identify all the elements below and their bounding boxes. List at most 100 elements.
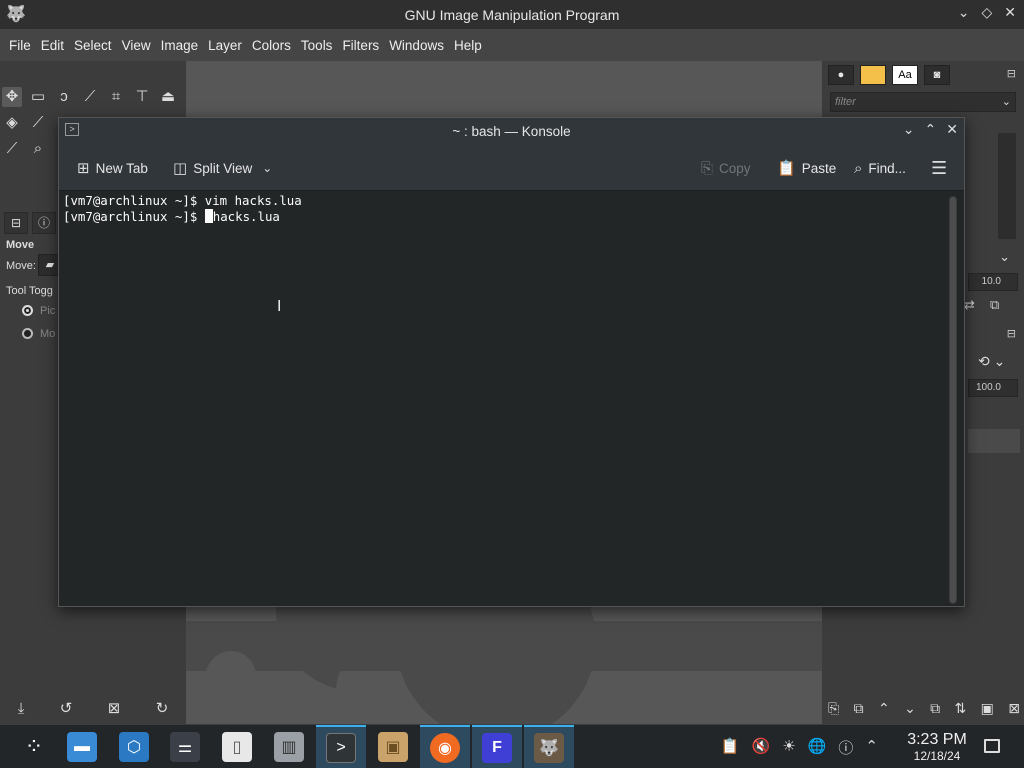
chevron-down-icon[interactable]: ⌄ — [999, 249, 1010, 265]
bucket-fill-tool-icon[interactable]: ◈ — [2, 113, 22, 133]
konsole-titlebar[interactable]: > ~ : bash — Konsole ⌄ ⌃ ✕ — [59, 118, 964, 145]
menu-windows[interactable]: Windows — [384, 38, 449, 53]
taskbar-discover[interactable]: ⬡ — [109, 725, 159, 768]
brush-filter-input[interactable]: filter ⌄ — [830, 92, 1016, 112]
lower-layer-icon[interactable]: ⌄ — [904, 700, 916, 717]
lasso-tool-icon[interactable]: ↄ — [54, 87, 74, 107]
opacity-spinbox[interactable]: 100.0 — [968, 379, 1018, 397]
dock-menu-icon[interactable]: ⊟ — [1007, 67, 1016, 80]
terminal-scrollbar[interactable] — [949, 196, 957, 604]
taskbar-gimp[interactable]: 🐺 — [524, 725, 574, 768]
hamburger-menu-button[interactable]: ☰ — [931, 157, 947, 179]
mode-reset-icon[interactable]: ⟲ ⌄ — [978, 353, 1005, 370]
taskbar-freetube[interactable]: F — [472, 725, 522, 768]
menu-colors[interactable]: Colors — [247, 38, 296, 53]
clipboard-icon[interactable]: 📋 — [721, 737, 740, 758]
network-icon[interactable]: 🌐 — [808, 737, 827, 758]
updates-icon[interactable]: ⓘ — [838, 737, 853, 758]
move-active-radio[interactable] — [22, 328, 33, 339]
reset-icon[interactable]: ⇄ — [964, 297, 975, 313]
tray-expand-icon[interactable]: ⌃ — [865, 737, 878, 758]
clock-date: 12/18/24 — [913, 749, 961, 763]
layers-bottom-bar: ⎘ ⧉ ⌃ ⌄ ⧉ ⇅ ▣ ⊠ — [828, 697, 1020, 719]
minimize-icon[interactable]: ⌄ — [903, 121, 915, 138]
delete-layer-icon[interactable]: ⊠ — [1008, 700, 1020, 717]
maximize-icon[interactable]: ⌃ — [925, 121, 937, 138]
reset-defaults-icon[interactable]: ↻ — [156, 699, 169, 717]
document-history-tab-icon[interactable]: ◙ — [924, 65, 950, 85]
find-button[interactable]: ⌕ Find... — [854, 157, 906, 179]
show-desktop-icon[interactable] — [984, 739, 1000, 753]
konsole-app-icon: > — [65, 123, 79, 136]
taskbar-firefox[interactable]: ◉ — [420, 725, 470, 768]
taskbar-text-editor[interactable]: ▯ — [212, 725, 262, 768]
settings-sliders-icon: ⚌ — [170, 732, 200, 762]
rect-select-tool-icon[interactable]: ▭ — [28, 87, 48, 107]
digital-clock[interactable]: 3:23 PM 12/18/24 — [902, 731, 972, 763]
zoom-tool-icon[interactable]: ⌕ — [28, 139, 48, 159]
konsole-window: > ~ : bash — Konsole ⌄ ⌃ ✕ ⊞ New Tab ◫ S… — [58, 117, 965, 607]
system-tray: 📋 🔇 ☀ 🌐 ⓘ ⌃ — [721, 737, 878, 758]
menu-file[interactable]: File — [4, 38, 36, 53]
new-layer-icon[interactable]: ⎘ — [828, 700, 839, 717]
menu-view[interactable]: View — [117, 38, 156, 53]
menu-select[interactable]: Select — [69, 38, 117, 53]
copy-button[interactable]: ⎘ Copy — [701, 157, 751, 179]
fuzzy-select-tool-icon[interactable]: ⟋ — [80, 87, 100, 107]
menu-layer[interactable]: Layer — [203, 38, 247, 53]
paste-label: Paste — [801, 160, 837, 176]
chevron-down-icon[interactable]: ⌄ — [1002, 93, 1011, 111]
pick-layer-radio[interactable] — [22, 305, 33, 316]
menu-help[interactable]: Help — [449, 38, 487, 53]
taskbar-package-manager[interactable]: ▣ — [368, 725, 418, 768]
dock-menu-icon[interactable]: ⊟ — [1007, 327, 1016, 340]
crop-tool-icon[interactable]: ⌗ — [106, 87, 126, 107]
raise-layer-icon[interactable]: ⌃ — [878, 700, 890, 717]
device-status-tab-icon[interactable]: ⓘ — [32, 212, 56, 234]
warp-tool-icon[interactable]: ⏏ — [158, 87, 178, 107]
patterns-tab-icon[interactable] — [860, 65, 886, 85]
save-preset-icon[interactable]: ⤓ — [18, 700, 25, 717]
mouse-ibeam-cursor-icon: I — [277, 298, 282, 315]
anchor-layer-icon[interactable]: ⇅ — [955, 700, 967, 717]
menu-image[interactable]: Image — [156, 38, 204, 53]
delete-preset-icon[interactable]: ⊠ — [108, 699, 121, 717]
paste-icon: 📋 — [777, 160, 796, 177]
volume-muted-icon[interactable]: 🔇 — [752, 737, 771, 758]
brightness-icon[interactable]: ☀ — [782, 737, 795, 758]
archive-icon: ▥ — [274, 732, 304, 762]
transform-tool-icon[interactable]: ⊤ — [132, 87, 152, 107]
application-launcher-button[interactable]: ⁘ — [9, 725, 59, 768]
brushes-tab-icon[interactable]: ● — [828, 65, 854, 85]
spacing-spinbox[interactable]: 10.0 — [968, 273, 1018, 291]
paste-button[interactable]: 📋 Paste — [777, 157, 836, 179]
taskbar-file-manager[interactable]: ▬ — [57, 725, 107, 768]
edit-brush-icon[interactable]: ⧉ — [990, 297, 999, 313]
taskbar-system-settings[interactable]: ⚌ — [160, 725, 210, 768]
paintbrush-tool-icon[interactable]: ⟋ — [28, 113, 48, 133]
restore-preset-icon[interactable]: ↺ — [60, 699, 73, 717]
minimize-icon[interactable]: ⌄ — [958, 4, 970, 21]
close-icon[interactable]: ✕ — [1004, 4, 1016, 21]
terminal-output[interactable]: [vm7@archlinux ~]$ vim hacks.lua [vm7@ar… — [59, 192, 943, 606]
menu-filters[interactable]: Filters — [337, 38, 384, 53]
pick-layer-label: Pic — [40, 305, 56, 317]
maximize-icon[interactable]: ◇ — [981, 4, 992, 21]
color-picker-tool-icon[interactable]: ⟋ — [2, 139, 22, 159]
new-group-icon[interactable]: ⧉ — [854, 700, 864, 717]
duplicate-layer-icon[interactable]: ⧉ — [930, 700, 940, 717]
tool-options-tab-icon[interactable]: ⊟ — [4, 212, 28, 234]
menu-tools[interactable]: Tools — [296, 38, 338, 53]
close-icon[interactable]: ✕ — [946, 121, 958, 138]
layer-row[interactable] — [968, 429, 1020, 453]
menu-edit[interactable]: Edit — [36, 38, 69, 53]
brush-list-scrollbar[interactable] — [998, 133, 1016, 239]
desktop-screen: 🐺 GNU Image Manipulation Program ⌄ ◇ ✕ F… — [0, 0, 1024, 768]
mask-layer-icon[interactable]: ▣ — [981, 700, 994, 717]
split-view-button[interactable]: ◫ Split View ⌄ — [173, 157, 272, 179]
new-tab-button[interactable]: ⊞ New Tab — [77, 157, 148, 179]
taskbar-konsole[interactable]: > — [316, 725, 366, 768]
fonts-tab-icon[interactable]: Aa — [892, 65, 918, 85]
taskbar-archive-manager[interactable]: ▥ — [264, 725, 314, 768]
move-tool-icon[interactable]: ✥ — [2, 87, 22, 107]
